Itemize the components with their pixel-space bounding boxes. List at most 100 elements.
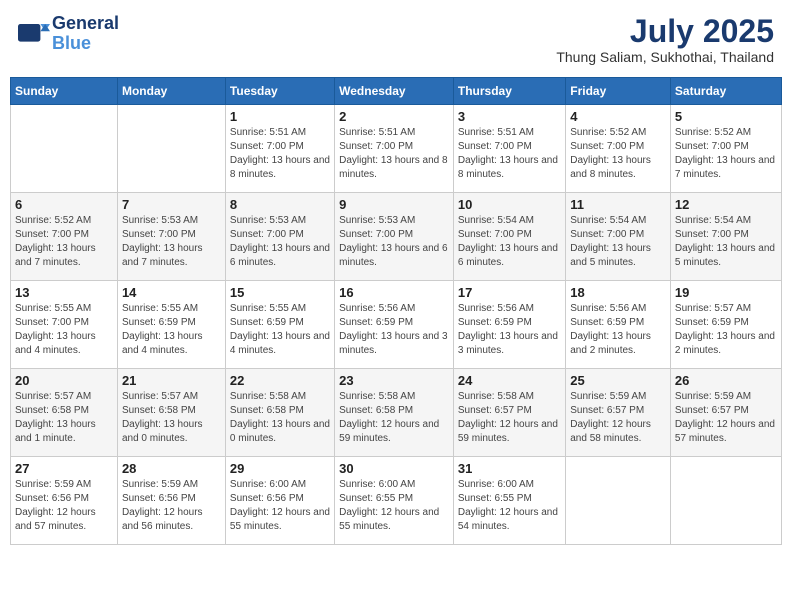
day-number: 15	[230, 285, 330, 300]
day-number: 4	[570, 109, 666, 124]
logo-icon	[18, 20, 50, 48]
day-number: 7	[122, 197, 221, 212]
weekday-header-monday: Monday	[117, 78, 225, 105]
day-info: Sunrise: 5:53 AM Sunset: 7:00 PM Dayligh…	[230, 214, 330, 270]
weekday-header-row: SundayMondayTuesdayWednesdayThursdayFrid…	[11, 78, 782, 105]
day-info: Sunrise: 5:58 AM Sunset: 6:57 PM Dayligh…	[458, 390, 561, 446]
day-info: Sunrise: 5:58 AM Sunset: 6:58 PM Dayligh…	[230, 390, 330, 446]
day-number: 12	[675, 197, 777, 212]
calendar-cell: 13Sunrise: 5:55 AM Sunset: 7:00 PM Dayli…	[11, 281, 118, 369]
day-number: 30	[339, 461, 449, 476]
day-info: Sunrise: 5:53 AM Sunset: 7:00 PM Dayligh…	[122, 214, 221, 270]
day-number: 27	[15, 461, 113, 476]
day-info: Sunrise: 6:00 AM Sunset: 6:55 PM Dayligh…	[339, 478, 449, 534]
day-number: 1	[230, 109, 330, 124]
calendar-cell: 19 Sunrise: 5:57 AM Sunset: 6:59 PM Dayli…	[670, 281, 781, 369]
day-number: 22	[230, 373, 330, 388]
day-info: Sunrise: 5:59 AM Sunset: 6:57 PM Dayligh…	[570, 390, 666, 446]
day-info: Sunrise: 5:55 AM Sunset: 7:00 PM Dayligh…	[15, 302, 113, 358]
day-number: 17	[458, 285, 561, 300]
day-info: Sunrise: 5:55 AM Sunset: 6:59 PM Dayligh…	[230, 302, 330, 358]
calendar-cell: 20Sunrise: 5:57 AM Sunset: 6:58 PM Dayli…	[11, 369, 118, 457]
calendar-cell: 24 Sunrise: 5:58 AM Sunset: 6:57 PM Dayli…	[453, 369, 565, 457]
day-number: 25	[570, 373, 666, 388]
calendar-cell: 21 Sunrise: 5:57 AM Sunset: 6:58 PM Dayli…	[117, 369, 225, 457]
calendar-cell: 8 Sunrise: 5:53 AM Sunset: 7:00 PM Daylig…	[225, 193, 334, 281]
title-block: July 2025 Thung Saliam, Sukhothai, Thail…	[556, 14, 774, 65]
calendar-cell: 11 Sunrise: 5:54 AM Sunset: 7:00 PM Dayli…	[566, 193, 671, 281]
day-number: 18	[570, 285, 666, 300]
calendar-cell	[566, 457, 671, 545]
logo: General Blue	[18, 14, 119, 54]
calendar-cell: 26 Sunrise: 5:59 AM Sunset: 6:57 PM Dayli…	[670, 369, 781, 457]
calendar-cell: 31Sunrise: 6:00 AM Sunset: 6:55 PM Dayli…	[453, 457, 565, 545]
calendar-cell: 30 Sunrise: 6:00 AM Sunset: 6:55 PM Dayli…	[335, 457, 454, 545]
day-number: 5	[675, 109, 777, 124]
day-number: 9	[339, 197, 449, 212]
calendar-week-row: 6Sunrise: 5:52 AM Sunset: 7:00 PM Daylig…	[11, 193, 782, 281]
calendar-cell: 1Sunrise: 5:51 AM Sunset: 7:00 PM Daylig…	[225, 105, 334, 193]
day-number: 20	[15, 373, 113, 388]
calendar-week-row: 1 Sunrise: 5:51 AM Sunset: 7:00 PM Daylig…	[11, 105, 782, 193]
calendar-cell: 22 Sunrise: 5:58 AM Sunset: 6:58 PM Dayli…	[225, 369, 334, 457]
day-info: Sunrise: 5:54 AM Sunset: 7:00 PM Dayligh…	[570, 214, 666, 270]
day-number: 21	[122, 373, 221, 388]
day-info: Sunrise: 5:56 AM Sunset: 6:59 PM Dayligh…	[570, 302, 666, 358]
calendar-cell: 7 Sunrise: 5:53 AM Sunset: 7:00 PM Daylig…	[117, 193, 225, 281]
day-number: 3	[458, 109, 561, 124]
calendar-cell: 10 Sunrise: 5:54 AM Sunset: 7:00 PM Dayli…	[453, 193, 565, 281]
day-number: 8	[230, 197, 330, 212]
day-number: 11	[570, 197, 666, 212]
calendar-cell	[11, 105, 118, 193]
day-number: 23	[339, 373, 449, 388]
weekday-header-friday: Friday	[566, 78, 671, 105]
calendar-cell: 6Sunrise: 5:52 AM Sunset: 7:00 PM Daylig…	[11, 193, 118, 281]
calendar-week-row: 27 Sunrise: 5:59 AM Sunset: 6:56 PM Dayli…	[11, 457, 782, 545]
day-info: Sunrise: 5:56 AM Sunset: 6:59 PM Dayligh…	[458, 302, 561, 358]
day-info: Sunrise: 5:52 AM Sunset: 7:00 PM Dayligh…	[570, 126, 666, 182]
logo-line2: Blue	[52, 33, 91, 53]
calendar-week-row: 13Sunrise: 5:55 AM Sunset: 7:00 PM Dayli…	[11, 281, 782, 369]
calendar-cell: 25 Sunrise: 5:59 AM Sunset: 6:57 PM Dayli…	[566, 369, 671, 457]
day-number: 14	[122, 285, 221, 300]
day-info: Sunrise: 5:57 AM Sunset: 6:59 PM Dayligh…	[675, 302, 777, 358]
calendar-cell: 18 Sunrise: 5:56 AM Sunset: 6:59 PM Dayli…	[566, 281, 671, 369]
day-info: Sunrise: 6:00 AM Sunset: 6:56 PM Dayligh…	[230, 478, 330, 534]
page-header: General Blue July 2025 Thung Saliam, Suk…	[10, 10, 782, 69]
day-info: Sunrise: 5:53 AM Sunset: 7:00 PM Dayligh…	[339, 214, 449, 270]
weekday-header-tuesday: Tuesday	[225, 78, 334, 105]
day-info: Sunrise: 5:59 AM Sunset: 6:57 PM Dayligh…	[675, 390, 777, 446]
weekday-header-wednesday: Wednesday	[335, 78, 454, 105]
day-info: Sunrise: 5:56 AM Sunset: 6:59 PM Dayligh…	[339, 302, 449, 358]
calendar-cell: 28Sunrise: 5:59 AM Sunset: 6:56 PM Dayli…	[117, 457, 225, 545]
day-info: Sunrise: 5:57 AM Sunset: 6:58 PM Dayligh…	[122, 390, 221, 446]
calendar-cell: 4 Sunrise: 5:52 AM Sunset: 7:00 PM Daylig…	[566, 105, 671, 193]
day-info: Sunrise: 5:52 AM Sunset: 7:00 PM Dayligh…	[675, 126, 777, 182]
day-info: Sunrise: 5:52 AM Sunset: 7:00 PM Dayligh…	[15, 214, 113, 270]
day-number: 10	[458, 197, 561, 212]
weekday-header-sunday: Sunday	[11, 78, 118, 105]
month-year: July 2025	[556, 14, 774, 49]
day-info: Sunrise: 5:55 AM Sunset: 6:59 PM Dayligh…	[122, 302, 221, 358]
calendar-cell: 29Sunrise: 6:00 AM Sunset: 6:56 PM Dayli…	[225, 457, 334, 545]
day-number: 31	[458, 461, 561, 476]
day-info: Sunrise: 5:58 AM Sunset: 6:58 PM Dayligh…	[339, 390, 449, 446]
day-info: Sunrise: 5:54 AM Sunset: 7:00 PM Dayligh…	[458, 214, 561, 270]
logo-text: General Blue	[52, 14, 119, 54]
day-number: 2	[339, 109, 449, 124]
calendar-cell: 23 Sunrise: 5:58 AM Sunset: 6:58 PM Dayli…	[335, 369, 454, 457]
location: Thung Saliam, Sukhothai, Thailand	[556, 49, 774, 65]
calendar-table: SundayMondayTuesdayWednesdayThursdayFrid…	[10, 77, 782, 545]
calendar-cell: 2 Sunrise: 5:51 AM Sunset: 7:00 PM Daylig…	[335, 105, 454, 193]
day-number: 19	[675, 285, 777, 300]
calendar-cell	[670, 457, 781, 545]
day-info: Sunrise: 5:51 AM Sunset: 7:00 PM Dayligh…	[458, 126, 561, 182]
day-number: 26	[675, 373, 777, 388]
calendar-cell: 5 Sunrise: 5:52 AM Sunset: 7:00 PM Daylig…	[670, 105, 781, 193]
calendar-cell: 27 Sunrise: 5:59 AM Sunset: 6:56 PM Dayli…	[11, 457, 118, 545]
day-number: 28	[122, 461, 221, 476]
day-info: Sunrise: 5:59 AM Sunset: 6:56 PM Dayligh…	[15, 478, 113, 534]
day-number: 24	[458, 373, 561, 388]
calendar-cell: 9 Sunrise: 5:53 AM Sunset: 7:00 PM Daylig…	[335, 193, 454, 281]
day-info: Sunrise: 5:51 AM Sunset: 7:00 PM Dayligh…	[339, 126, 449, 182]
